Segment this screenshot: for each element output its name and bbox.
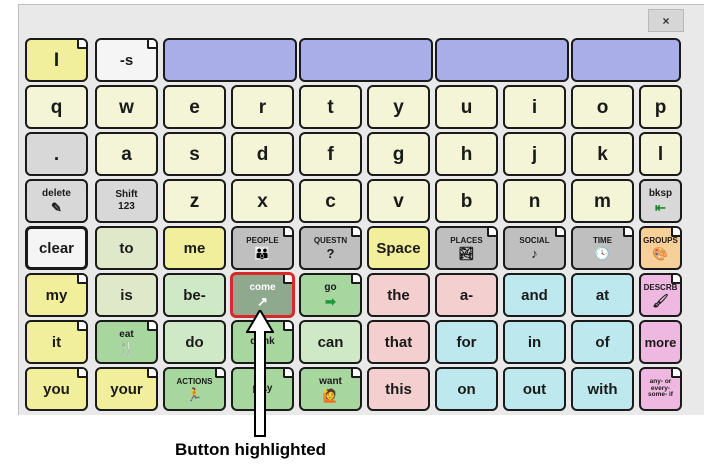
key-w[interactable]: w xyxy=(95,85,158,129)
key-suffix-s[interactable]: -s xyxy=(95,38,158,82)
key-e[interactable]: e xyxy=(163,85,226,129)
key-my[interactable]: my xyxy=(25,273,88,317)
key-any-every-some-if[interactable]: any- or every- some- if xyxy=(639,367,682,411)
key-label: I xyxy=(53,49,60,71)
key-that[interactable]: that xyxy=(367,320,430,364)
key-j[interactable]: j xyxy=(503,132,566,176)
key-go[interactable]: go ➡ xyxy=(299,273,362,317)
key-to[interactable]: to xyxy=(95,226,158,270)
folder-questions[interactable]: QUESTN? xyxy=(299,226,362,270)
key-label: -s xyxy=(119,51,134,69)
key-q[interactable]: q xyxy=(25,85,88,129)
key-o[interactable]: o xyxy=(571,85,634,129)
eraser-icon: ✎ xyxy=(51,199,62,215)
key-of[interactable]: of xyxy=(571,320,634,364)
prediction-slot-2[interactable] xyxy=(299,38,433,82)
key-a-prefix[interactable]: a- xyxy=(435,273,498,317)
key-your[interactable]: your xyxy=(95,367,158,411)
key-me[interactable]: me xyxy=(163,226,226,270)
key-in[interactable]: in xyxy=(503,320,566,364)
annotation-arrow-icon xyxy=(246,310,274,437)
want-icon: 🙋 xyxy=(322,387,339,403)
key-and[interactable]: and xyxy=(503,273,566,317)
key-for[interactable]: for xyxy=(435,320,498,364)
key-n[interactable]: n xyxy=(503,179,566,223)
key-do[interactable]: do xyxy=(163,320,226,364)
key-be[interactable]: be- xyxy=(163,273,226,317)
key-d[interactable]: d xyxy=(231,132,294,176)
key-I[interactable]: I xyxy=(25,38,88,82)
run-icon: 🏃 xyxy=(186,386,203,402)
key-u[interactable]: u xyxy=(435,85,498,129)
key-this[interactable]: this xyxy=(367,367,430,411)
key-v[interactable]: v xyxy=(367,179,430,223)
key-c[interactable]: c xyxy=(299,179,362,223)
key-can[interactable]: can xyxy=(299,320,362,364)
question-icon: ? xyxy=(326,245,335,261)
people-icon: 👪 xyxy=(254,245,271,261)
key-x[interactable]: x xyxy=(231,179,294,223)
key-on[interactable]: on xyxy=(435,367,498,411)
backspace-icon: ⇤ xyxy=(655,199,666,215)
key-it[interactable]: it xyxy=(25,320,88,364)
folder-social[interactable]: SOCIAL ♪ xyxy=(503,226,566,270)
key-r[interactable]: r xyxy=(231,85,294,129)
key-k[interactable]: k xyxy=(571,132,634,176)
key-clear[interactable]: clear xyxy=(25,226,88,270)
key-delete[interactable]: delete ✎ xyxy=(25,179,88,223)
key-a[interactable]: a xyxy=(95,132,158,176)
social-icon: ♪ xyxy=(531,245,538,261)
key-with[interactable]: with xyxy=(571,367,634,411)
key-eat[interactable]: eat 🍴 xyxy=(95,320,158,364)
key-z[interactable]: z xyxy=(163,179,226,223)
come-icon: ↗ xyxy=(257,293,268,309)
key-p[interactable]: p xyxy=(639,85,682,129)
key-s[interactable]: s xyxy=(163,132,226,176)
eat-icon: 🍴 xyxy=(118,340,135,356)
brush-icon: 🖌 xyxy=(652,292,669,308)
clock-icon: 🕓 xyxy=(594,245,611,261)
folder-actions[interactable]: ACTIONS 🏃 xyxy=(163,367,226,411)
key-m[interactable]: m xyxy=(571,179,634,223)
key-y[interactable]: y xyxy=(367,85,430,129)
folder-groups[interactable]: GROUPS 🎨 xyxy=(639,226,682,270)
arrow-right-icon: ➡ xyxy=(325,293,336,309)
key-the[interactable]: the xyxy=(367,273,430,317)
prediction-slot-3[interactable] xyxy=(435,38,569,82)
folder-places[interactable]: PLACES 🏞 xyxy=(435,226,498,270)
key-is[interactable]: is xyxy=(95,273,158,317)
key-more[interactable]: more xyxy=(639,320,682,364)
key-want[interactable]: want 🙋 xyxy=(299,367,362,411)
key-f[interactable]: f xyxy=(299,132,362,176)
key-space[interactable]: Space xyxy=(367,226,430,270)
key-g[interactable]: g xyxy=(367,132,430,176)
annotation-caption: Button highlighted xyxy=(175,440,327,459)
key-l[interactable]: l xyxy=(639,132,682,176)
groups-icon: 🎨 xyxy=(652,245,669,261)
folder-describe[interactable]: DESCRB 🖌 xyxy=(639,273,682,317)
folder-time[interactable]: TIME 🕓 xyxy=(571,226,634,270)
key-at[interactable]: at xyxy=(571,273,634,317)
key-shift[interactable]: Shift 123 xyxy=(95,179,158,223)
key-i[interactable]: i xyxy=(503,85,566,129)
key-period[interactable]: . xyxy=(25,132,88,176)
places-icon: 🏞 xyxy=(458,245,475,261)
key-t[interactable]: t xyxy=(299,85,362,129)
key-out[interactable]: out xyxy=(503,367,566,411)
prediction-slot-1[interactable] xyxy=(163,38,297,82)
key-you[interactable]: you xyxy=(25,367,88,411)
folder-people[interactable]: PEOPLE 👪 xyxy=(231,226,294,270)
key-backspace[interactable]: bksp ⇤ xyxy=(639,179,682,223)
prediction-slot-4[interactable] xyxy=(571,38,681,82)
close-icon: × xyxy=(662,13,670,28)
key-h[interactable]: h xyxy=(435,132,498,176)
key-b[interactable]: b xyxy=(435,179,498,223)
close-button[interactable]: × xyxy=(648,9,684,32)
